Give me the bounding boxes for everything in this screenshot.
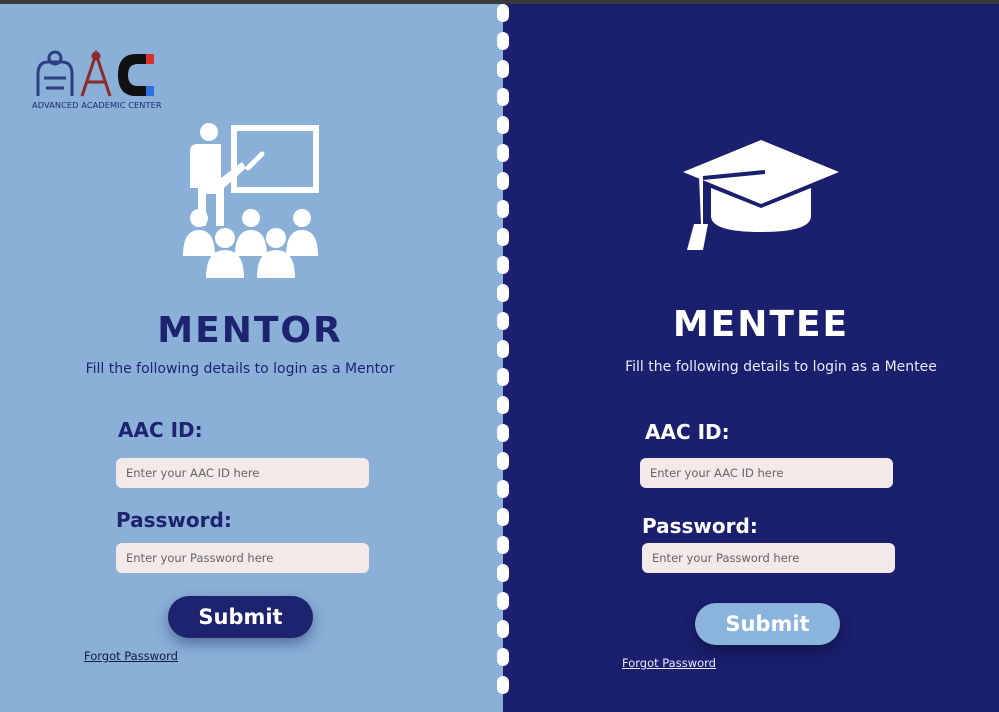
mentee-forgot-password-link[interactable]: Forgot Password <box>622 656 716 670</box>
mentor-password-label: Password: <box>116 508 232 532</box>
mentee-aac-id-input[interactable] <box>640 458 893 488</box>
logo-subtext: ADVANCED ACADEMIC CENTER <box>32 100 162 110</box>
mentee-aac-id-label: AAC ID: <box>645 420 730 444</box>
mentor-submit-button[interactable]: Submit <box>168 596 313 638</box>
mentee-password-input[interactable] <box>642 543 895 573</box>
mentee-panel: MENTEE Fill the following details to log… <box>503 4 999 712</box>
mentee-title: MENTEE <box>672 304 850 345</box>
mentee-submit-button[interactable]: Submit <box>695 603 840 645</box>
aac-logo-icon <box>36 49 154 97</box>
aac-logo: ADVANCED ACADEMIC CENTER <box>32 48 162 116</box>
mentor-aac-id-input[interactable] <box>116 458 369 488</box>
mentor-subtitle: Fill the following details to login as a… <box>85 361 395 377</box>
mentee-password-label: Password: <box>642 514 758 538</box>
mentor-password-input[interactable] <box>116 543 369 573</box>
graduation-cap-icon <box>683 140 839 250</box>
mentor-forgot-password-link[interactable]: Forgot Password <box>84 649 178 663</box>
mentor-panel: ADVANCED ACADEMIC CENTER MENTOR Fill the… <box>0 4 503 712</box>
mentor-title: MENTOR <box>157 310 343 351</box>
panel-divider <box>497 4 509 712</box>
mentee-subtitle: Fill the following details to login as a… <box>625 359 937 375</box>
mentor-aac-id-label: AAC ID: <box>118 418 203 442</box>
teacher-classroom-icon <box>183 123 319 278</box>
